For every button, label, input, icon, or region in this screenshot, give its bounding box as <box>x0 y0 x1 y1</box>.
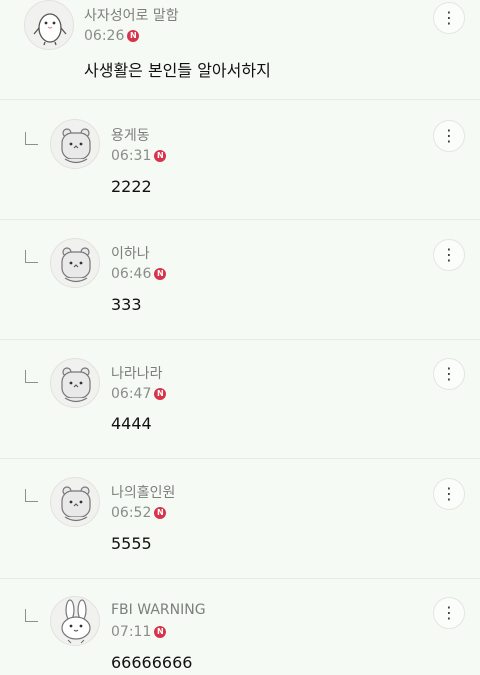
more-options-button[interactable]: ⋮ <box>433 358 465 390</box>
hamster-avatar-icon <box>61 247 91 283</box>
more-vertical-icon: ⋮ <box>441 8 457 27</box>
comment-author[interactable]: 이하나 <box>111 243 150 263</box>
reply-arrow-icon <box>25 609 38 622</box>
avatar[interactable] <box>50 358 100 408</box>
reply-arrow-icon <box>25 250 38 263</box>
penguin-avatar-icon <box>33 13 67 46</box>
avatar[interactable] <box>50 477 100 527</box>
more-options-button[interactable]: ⋮ <box>433 478 465 510</box>
comment-author[interactable]: 나의홀인원 <box>111 482 175 502</box>
hamster-avatar-icon <box>61 128 91 164</box>
comment-time: 06:47 <box>111 386 152 402</box>
new-badge: N <box>154 626 167 638</box>
rabbit-avatar-icon <box>61 599 91 644</box>
comment-author[interactable]: 용게동 <box>111 125 150 145</box>
avatar[interactable] <box>50 596 100 646</box>
more-vertical-icon: ⋮ <box>441 245 457 264</box>
comment-item: 사자성어로 말함 06:26 N 사생활은 본인들 알아서하지 ⋮ <box>0 0 480 100</box>
comment-meta: 06:26 N <box>84 28 140 44</box>
reply-arrow-icon <box>25 370 38 383</box>
reply-arrow-icon <box>25 489 38 502</box>
more-vertical-icon: ⋮ <box>441 603 457 622</box>
comment-author[interactable]: FBI WARNING <box>111 602 206 618</box>
new-badge: N <box>154 268 167 280</box>
comment-time: 06:31 <box>111 148 152 164</box>
comment-author[interactable]: 나라나라 <box>111 363 163 383</box>
reply-item: 이하나 06:46 N 333 ⋮ <box>0 220 480 340</box>
reply-arrow-icon <box>25 132 38 145</box>
comment-time: 06:26 <box>84 28 125 44</box>
new-badge: N <box>154 388 167 400</box>
avatar[interactable] <box>50 119 100 169</box>
comment-text: 333 <box>111 295 142 314</box>
comment-meta: 07:11 N <box>111 624 167 640</box>
comment-time: 06:46 <box>111 266 152 282</box>
more-options-button[interactable]: ⋮ <box>433 597 465 629</box>
hamster-avatar-icon <box>61 486 91 522</box>
new-badge: N <box>127 30 140 42</box>
comment-time: 07:11 <box>111 624 152 640</box>
more-vertical-icon: ⋮ <box>441 126 457 145</box>
comment-text: 66666666 <box>111 653 193 672</box>
reply-item: 나라나라 06:47 N 4444 ⋮ <box>0 340 480 459</box>
avatar[interactable] <box>24 0 74 50</box>
comment-text: 2222 <box>111 177 152 196</box>
more-vertical-icon: ⋮ <box>441 484 457 503</box>
more-options-button[interactable]: ⋮ <box>433 2 465 34</box>
comment-text: 사생활은 본인들 알아서하지 <box>84 61 271 80</box>
comment-text: 5555 <box>111 534 152 553</box>
comment-time: 06:52 <box>111 505 152 521</box>
new-badge: N <box>154 150 167 162</box>
reply-item: FBI WARNING 07:11 N 66666666 ⋮ <box>0 579 480 675</box>
avatar[interactable] <box>50 238 100 288</box>
comment-meta: 06:47 N <box>111 386 167 402</box>
more-options-button[interactable]: ⋮ <box>433 239 465 271</box>
comment-text: 4444 <box>111 414 152 433</box>
comment-meta: 06:31 N <box>111 148 167 164</box>
new-badge: N <box>154 507 167 519</box>
comment-author[interactable]: 사자성어로 말함 <box>84 5 179 25</box>
reply-item: 용게동 06:31 N 2222 ⋮ <box>0 100 480 220</box>
comment-meta: 06:52 N <box>111 505 167 521</box>
comment-meta: 06:46 N <box>111 266 167 282</box>
more-options-button[interactable]: ⋮ <box>433 120 465 152</box>
reply-item: 나의홀인원 06:52 N 5555 ⋮ <box>0 459 480 579</box>
hamster-avatar-icon <box>61 367 91 403</box>
more-vertical-icon: ⋮ <box>441 364 457 383</box>
